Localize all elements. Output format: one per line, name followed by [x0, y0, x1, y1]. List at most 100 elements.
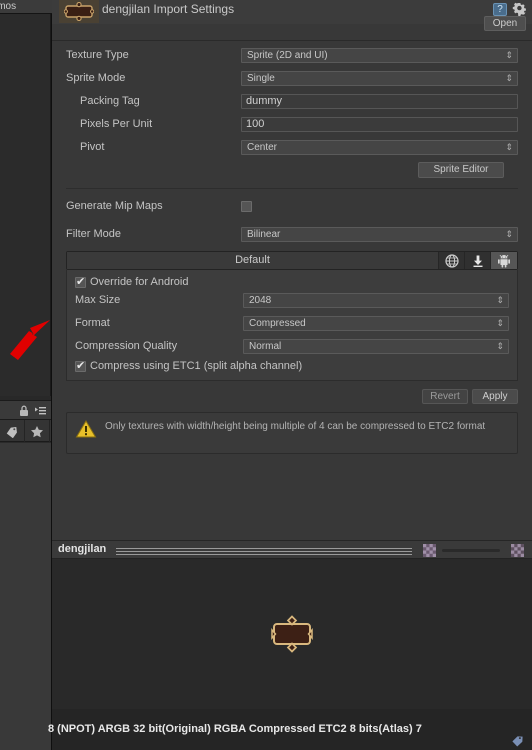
revert-button[interactable]: Revert [422, 389, 468, 404]
pivot-value: Center [247, 141, 278, 153]
label-etc1: Compress using ETC1 (split alpha channel… [90, 360, 303, 372]
label-pixels-per-unit: Pixels Per Unit [80, 118, 153, 130]
field-max-size[interactable]: 2048 ⇕ [243, 292, 509, 308]
inspector-header: dengjilan Import Settings ? Open [52, 0, 532, 31]
android-override-body: Override for Android Max Size 2048 ⇕ For… [66, 270, 518, 381]
filter-mode-value: Bilinear [247, 228, 281, 240]
unity-editor-window: izmos [0, 0, 532, 750]
preview-drag-lines[interactable] [116, 548, 412, 555]
android-icon [498, 254, 510, 267]
gizmos-label: izmos [0, 1, 17, 12]
warning-helpbox: Only textures with width/height being mu… [66, 412, 518, 454]
favorite-tab[interactable] [25, 420, 50, 442]
header-icons: ? [493, 2, 527, 17]
sprite-editor-button[interactable]: Sprite Editor [418, 162, 504, 178]
row-filter-mode: Filter Mode Bilinear ⇕ [66, 225, 518, 243]
etc1-checkbox[interactable] [75, 359, 86, 372]
label-sprite-mode: Sprite Mode [66, 72, 126, 84]
compression-quality-popup[interactable]: Normal ⇕ [243, 338, 509, 354]
apply-button[interactable]: Apply [472, 389, 518, 404]
chevron-updown-icon: ⇕ [505, 72, 513, 83]
compression-quality-value: Normal [249, 340, 282, 352]
preview-header: dengjilan [52, 540, 532, 559]
rgb-channel-icon[interactable] [423, 544, 436, 557]
row-texture-type: Texture Type Sprite (2D and UI) ⇕ [66, 46, 518, 64]
row-compression-quality: Compression Quality Normal ⇕ [75, 337, 509, 355]
divider-1 [66, 188, 518, 189]
row-generate-mip-maps: Generate Mip Maps [66, 197, 518, 215]
max-size-value: 2048 [249, 294, 272, 306]
field-filter-mode[interactable]: Bilinear ⇕ [241, 226, 518, 242]
chevron-updown-icon: ⇕ [496, 340, 504, 351]
row-pixels-per-unit: Pixels Per Unit 100 [66, 115, 518, 133]
texture-type-value: Sprite (2D and UI) [247, 49, 328, 61]
row-packing-tag: Packing Tag dummy [66, 92, 518, 110]
chevron-updown-icon: ⇕ [496, 317, 504, 328]
format-value: Compressed [249, 317, 306, 329]
sprite-preview [269, 615, 315, 653]
label-packing-tag: Packing Tag [80, 95, 140, 107]
field-pixels-per-unit[interactable]: 100 [241, 116, 518, 132]
row-etc1: Compress using ETC1 (split alpha channel… [75, 359, 509, 372]
format-popup[interactable]: Compressed ⇕ [243, 315, 509, 331]
label-override-for-android: Override for Android [90, 276, 189, 288]
packing-tag-input[interactable]: dummy [241, 93, 518, 109]
field-packing-tag[interactable]: dummy [241, 93, 518, 109]
field-format[interactable]: Compressed ⇕ [243, 315, 509, 331]
field-sprite-mode[interactable]: Single ⇕ [241, 70, 518, 86]
alpha-channel-icon[interactable] [511, 544, 524, 557]
platform-tab-strip: Default [66, 251, 518, 270]
tab-android[interactable] [491, 252, 517, 269]
row-max-size: Max Size 2048 ⇕ [75, 291, 509, 309]
tag-icon[interactable] [511, 734, 524, 747]
left-rail: izmos [0, 0, 52, 750]
help-icon[interactable]: ? [493, 2, 507, 16]
filter-mode-popup[interactable]: Bilinear ⇕ [241, 226, 518, 242]
override-for-android-checkbox[interactable] [75, 275, 86, 288]
pixels-per-unit-input[interactable]: 100 [241, 116, 518, 132]
gear-icon[interactable] [512, 2, 527, 17]
scene-view-area [0, 14, 51, 396]
chevron-updown-icon: ⇕ [505, 141, 513, 152]
chevron-updown-icon: ⇕ [505, 49, 513, 60]
field-texture-type[interactable]: Sprite (2D and UI) ⇕ [241, 47, 518, 63]
tab-webgl[interactable] [439, 252, 465, 269]
label-texture-type: Texture Type [66, 49, 129, 61]
sprite-thumbnail [59, 0, 99, 23]
preview-pane: dengjilan 8 (NPOT) ARGB 32 bit(Original)… [48, 540, 532, 750]
preview-canvas[interactable] [52, 559, 532, 709]
gizmos-toolbar: izmos [0, 0, 52, 14]
preview-status-bar: 8 (NPOT) ARGB 32 bit(Original) RGBA Comp… [48, 709, 532, 750]
globe-icon [444, 253, 459, 268]
label-format: Format [75, 317, 110, 329]
generate-mip-maps-checkbox[interactable] [241, 200, 252, 212]
label-max-size: Max Size [75, 294, 121, 306]
warning-text: Only textures with width/height being mu… [105, 421, 486, 432]
hierarchy-toolbar [0, 400, 51, 420]
open-button[interactable]: Open [484, 16, 526, 31]
row-format: Format Compressed ⇕ [75, 314, 509, 332]
inspector-body: Texture Type Sprite (2D and UI) ⇕ Sprite… [52, 46, 532, 454]
sprite-mode-popup[interactable]: Single ⇕ [241, 70, 518, 86]
row-override-for-android: Override for Android [75, 275, 509, 288]
row-sprite-mode: Sprite Mode Single ⇕ [66, 69, 518, 87]
max-size-popup[interactable]: 2048 ⇕ [243, 292, 509, 308]
texture-type-popup[interactable]: Sprite (2D and UI) ⇕ [241, 47, 518, 63]
label-pivot: Pivot [80, 141, 105, 153]
chevron-updown-icon: ⇕ [496, 294, 504, 305]
sprite-mode-value: Single [247, 72, 275, 84]
row-sprite-editor: Sprite Editor [66, 162, 518, 180]
preview-zoom-slider[interactable] [442, 549, 500, 552]
tab-standalone[interactable] [465, 252, 491, 269]
project-tab-strip [0, 420, 51, 442]
tab-default[interactable]: Default [67, 252, 439, 269]
field-compression-quality[interactable]: Normal ⇕ [243, 338, 509, 354]
preview-status-text: 8 (NPOT) ARGB 32 bit(Original) RGBA Comp… [48, 723, 422, 735]
label-compression-quality: Compression Quality [75, 340, 178, 352]
tag-tab[interactable] [0, 420, 25, 442]
warning-triangle-icon [75, 419, 97, 439]
row-pivot: Pivot Center ⇕ [66, 138, 518, 156]
inspector-panel: dengjilan Import Settings ? Open Texture… [52, 0, 532, 540]
field-pivot[interactable]: Center ⇕ [241, 139, 518, 155]
pivot-popup[interactable]: Center ⇕ [241, 139, 518, 155]
